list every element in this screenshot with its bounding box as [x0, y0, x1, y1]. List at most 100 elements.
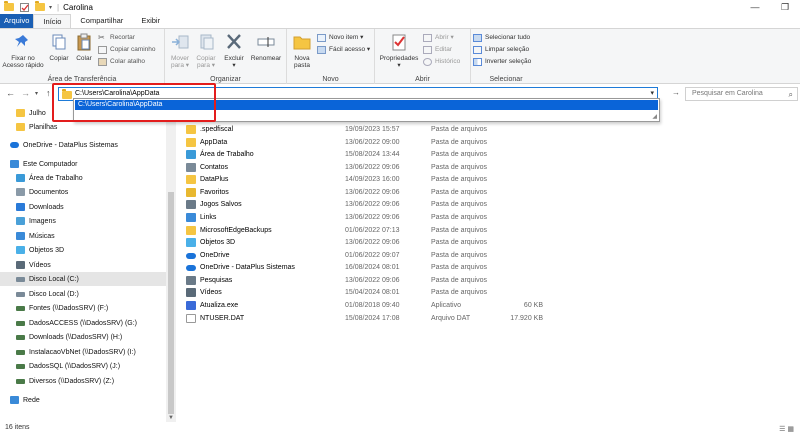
refresh-icon[interactable]: → — [672, 88, 680, 97]
sidebar-item-musicas[interactable]: Músicas — [0, 229, 166, 243]
folder-icon — [186, 226, 196, 235]
table-row[interactable]: Área de Trabalho 15/08/2024 13:44 Pasta … — [182, 148, 562, 161]
scroll-down-icon[interactable]: ▼ — [168, 415, 174, 421]
open-button[interactable]: Abrir ▾ — [423, 33, 454, 43]
sidebar-item-dadosaccess-g[interactable]: DadosACCESS (\\DadosSRV) (G:) — [0, 316, 166, 330]
table-row[interactable]: OneDrive - DataPlus Sistemas 16/08/2024 … — [182, 261, 562, 274]
search-input[interactable]: Pesquisar em Carolina ⌕ — [685, 87, 798, 101]
sidebar-item-label: Planilhas — [29, 123, 58, 131]
file-type: Pasta de arquivos — [431, 176, 488, 183]
new-item-button[interactable]: Novo item ▾ — [317, 33, 363, 43]
file-name: OneDrive - DataPlus Sistemas — [200, 264, 295, 271]
new-folder-icon — [293, 36, 311, 50]
restore-button[interactable]: ❐ — [770, 0, 800, 14]
pin-quick-access-button[interactable]: Fixar no Acesso rápido — [2, 33, 44, 69]
sidebar-item-documentos[interactable]: Documentos — [0, 185, 166, 199]
quick-access-properties-icon[interactable] — [20, 2, 29, 12]
sidebar-item-label: Rede — [23, 396, 40, 404]
table-row[interactable]: Atualiza.exe 01/08/2018 09:40 Aplicativo… — [182, 299, 562, 312]
move-to-button[interactable]: Mover para ▾ — [167, 33, 193, 69]
forward-arrow-icon[interactable]: → — [21, 88, 30, 98]
properties-button[interactable]: Propriedades ▾ — [377, 33, 421, 69]
quick-access-new-folder-icon[interactable] — [35, 1, 45, 11]
folder-icon — [186, 138, 196, 147]
tab-exibir[interactable]: Exibir — [132, 14, 169, 28]
cloud-icon — [186, 252, 196, 259]
sidebar-item-instalacaovbnet-i[interactable]: InstalacaoVbNet (\\DadosSRV) (I:) — [0, 345, 166, 359]
folder-icon — [16, 109, 25, 117]
resize-grip-icon[interactable]: ◢ — [652, 113, 657, 120]
sidebar-item-este-computador[interactable]: Este Computador — [0, 157, 166, 171]
select-all-button[interactable]: Selecionar tudo — [473, 33, 530, 43]
cloud-icon — [10, 142, 19, 148]
table-row[interactable]: Links 13/06/2022 09:06 Pasta de arquivos — [182, 211, 562, 224]
sidebar-item-videos[interactable]: Vídeos — [0, 258, 166, 272]
table-row[interactable]: Jogos Salvos 13/06/2022 09:06 Pasta de a… — [182, 198, 562, 211]
file-type: Pasta de arquivos — [431, 252, 488, 259]
links-icon — [186, 213, 196, 222]
sidebar-item-onedrive[interactable]: OneDrive - DataPlus Sistemas — [0, 138, 166, 152]
copy-path-button[interactable]: Copiar caminho — [98, 45, 156, 55]
up-arrow-icon[interactable]: ↑ — [46, 88, 51, 98]
sidebar-item-label: DadosACCESS (\\DadosSRV) (G:) — [29, 319, 138, 327]
autocomplete-item[interactable]: C:\Users\Carolina\AppData — [75, 100, 658, 110]
sidebar-item-dadossql-j[interactable]: DadosSQL (\\DadosSRV) (J:) — [0, 359, 166, 373]
quick-access-dropdown-icon[interactable]: ▾ — [49, 4, 52, 11]
minimize-button[interactable]: — — [740, 0, 770, 14]
network-drive-icon — [16, 334, 25, 340]
table-row[interactable]: DataPlus 14/09/2023 16:00 Pasta de arqui… — [182, 173, 562, 186]
sidebar-item-diversos-z[interactable]: Diversos (\\DadosSRV) (Z:) — [0, 374, 166, 388]
recent-locations-icon[interactable]: ▾ — [35, 90, 38, 97]
table-row[interactable]: Vídeos 15/04/2024 08:01 Pasta de arquivo… — [182, 286, 562, 299]
sidebar-item-planilhas[interactable]: Planilhas — [0, 120, 166, 134]
file-type: Pasta de arquivos — [431, 264, 488, 271]
sidebar-item-area-de-trabalho[interactable]: Área de Trabalho — [0, 171, 166, 185]
sidebar-item-imagens[interactable]: Imagens — [0, 214, 166, 228]
sidebar-item-disco-local-c[interactable]: Disco Local (C:) — [0, 272, 166, 286]
clear-selection-button[interactable]: Limpar seleção — [473, 45, 529, 55]
sidebar-item-rede[interactable]: Rede — [0, 393, 166, 407]
file-date: 19/09/2023 15:57 — [345, 126, 400, 133]
history-button[interactable]: Histórico — [423, 57, 460, 67]
sidebar-item-objetos-3d[interactable]: Objetos 3D — [0, 243, 166, 257]
copy-path-label: Copiar caminho — [110, 46, 156, 53]
copy-button[interactable]: Copiar — [46, 33, 72, 62]
sidebar-item-downloads-h[interactable]: Downloads (\\DadosSRV) (H:) — [0, 330, 166, 344]
scrollbar-thumb[interactable] — [168, 192, 174, 414]
sidebar-item-fontes-f[interactable]: Fontes (\\DadosSRV) (F:) — [0, 301, 166, 315]
sidebar-scrollbar[interactable]: ▲ ▼ — [166, 104, 176, 422]
sidebar-item-disco-local-d[interactable]: Disco Local (D:) — [0, 287, 166, 301]
sidebar-item-label: Documentos — [29, 188, 69, 196]
folder-icon — [4, 1, 14, 11]
table-row[interactable]: .spedfiscal 19/09/2023 15:57 Pasta de ar… — [182, 123, 562, 136]
new-folder-button[interactable]: Nova pasta — [289, 33, 315, 69]
table-row[interactable]: NTUSER.DAT 15/08/2024 17:08 Arquivo DAT … — [182, 312, 562, 325]
paste-button[interactable]: Colar — [72, 33, 96, 62]
copy-path-icon — [98, 46, 107, 54]
invert-selection-button[interactable]: Inverter seleção — [473, 57, 531, 67]
sidebar-item-downloads[interactable]: Downloads — [0, 200, 166, 214]
tab-inicio[interactable]: Início — [33, 14, 72, 28]
rename-button[interactable]: Renomear — [247, 33, 285, 62]
address-dropdown-icon[interactable]: ▾ — [650, 89, 654, 97]
rename-icon — [257, 37, 275, 47]
file-date: 13/06/2022 09:06 — [345, 214, 400, 221]
easy-access-button[interactable]: Fácil acesso ▾ — [317, 45, 370, 55]
edit-button[interactable]: Editar — [423, 45, 452, 55]
table-row[interactable]: Objetos 3D 13/06/2022 09:06 Pasta de arq… — [182, 236, 562, 249]
cut-button[interactable]: ✂ Recortar — [98, 33, 135, 43]
tab-arquivo[interactable]: Arquivo — [0, 14, 34, 28]
drive-icon — [16, 276, 25, 282]
network-drive-icon — [16, 378, 25, 384]
copy-to-button[interactable]: Copiar para ▾ — [193, 33, 219, 69]
tab-compartilhar[interactable]: Compartilhar — [71, 14, 132, 28]
delete-button[interactable]: Excluir ▾ — [221, 33, 247, 69]
back-arrow-icon[interactable]: ← — [6, 88, 15, 98]
file-name: Links — [200, 214, 217, 221]
details-view-icon[interactable]: ☰ ▦ — [779, 424, 794, 434]
paste-shortcut-button[interactable]: Colar atalho — [98, 57, 145, 67]
sidebar-item-label: Downloads (\\DadosSRV) (H:) — [29, 333, 123, 341]
file-name: Área de Trabalho — [200, 151, 254, 158]
file-type: Pasta de arquivos — [431, 277, 488, 284]
file-date: 13/06/2022 09:06 — [345, 189, 400, 196]
